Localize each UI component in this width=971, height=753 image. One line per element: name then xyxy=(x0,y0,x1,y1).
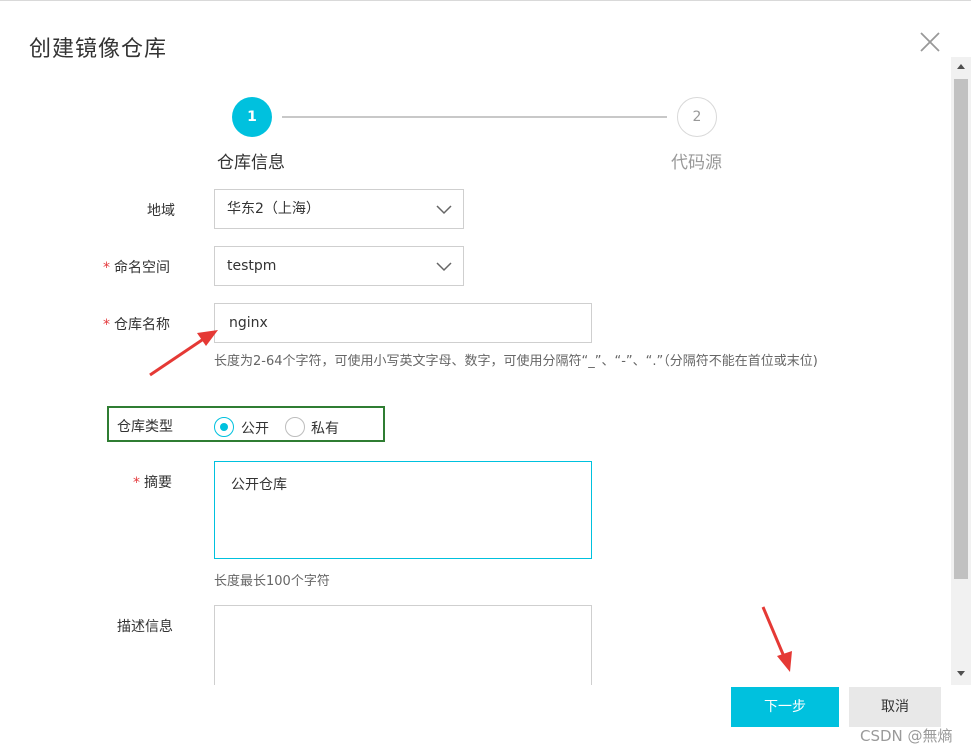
scrollbar[interactable] xyxy=(951,57,971,685)
namespace-value: testpm xyxy=(227,258,277,274)
step-2-label: 代码源 xyxy=(671,153,722,173)
radio-public[interactable] xyxy=(214,417,234,437)
arrow-to-next-button-icon xyxy=(761,606,792,672)
repo-name-label-row: * 仓库名称 xyxy=(103,314,170,334)
region-select[interactable]: 华东2（上海） xyxy=(214,189,464,229)
namespace-select[interactable]: testpm xyxy=(214,246,464,286)
summary-hint: 长度最长100个字符 xyxy=(214,574,330,589)
required-mark: * xyxy=(103,317,110,333)
namespace-label: 命名空间 xyxy=(114,260,170,276)
radio-private-label[interactable]: 私有 xyxy=(311,418,339,438)
summary-label-row: * 摘要 xyxy=(133,472,172,492)
close-icon[interactable] xyxy=(919,31,941,53)
step-1-circle: 1 xyxy=(232,97,272,137)
summary-textarea[interactable]: 公开仓库 xyxy=(214,461,592,559)
arrow-to-repo-name-icon xyxy=(149,330,218,377)
repo-name-hint: 长度为2-64个字符，可使用小写英文字母、数字，可使用分隔符“_”、“-”、“.… xyxy=(214,354,818,369)
scroll-up-icon[interactable] xyxy=(951,57,971,77)
radio-public-label[interactable]: 公开 xyxy=(241,418,269,438)
step-1-label: 仓库信息 xyxy=(217,153,285,173)
next-step-button[interactable]: 下一步 xyxy=(731,687,839,727)
namespace-label-row: * 命名空间 xyxy=(103,257,170,277)
scroll-down-icon[interactable] xyxy=(951,663,971,683)
repo-type-label: 仓库类型 xyxy=(117,419,173,435)
step-2-circle: 2 xyxy=(677,97,717,137)
dialog-title: 创建镜像仓库 xyxy=(29,37,168,62)
chevron-down-icon xyxy=(436,262,452,272)
summary-label: 摘要 xyxy=(144,475,172,491)
watermark: CSDN @無熵 xyxy=(860,727,953,745)
cancel-button[interactable]: 取消 xyxy=(849,687,941,727)
required-mark: * xyxy=(103,260,110,276)
radio-private[interactable] xyxy=(285,417,305,437)
description-textarea[interactable] xyxy=(214,605,592,685)
create-repository-dialog: 创建镜像仓库 1 2 仓库信息 代码源 地域 华东2（上海） * 命名空间 tes… xyxy=(0,0,971,753)
repo-name-label: 仓库名称 xyxy=(114,317,170,333)
required-mark: * xyxy=(133,475,140,491)
chevron-down-icon xyxy=(436,205,452,215)
stepper-line xyxy=(282,116,667,118)
description-label: 描述信息 xyxy=(117,619,173,635)
region-label: 地域 xyxy=(147,203,175,219)
repo-name-input[interactable]: nginx xyxy=(214,303,592,343)
scrollbar-thumb[interactable] xyxy=(954,79,968,579)
region-value: 华东2（上海） xyxy=(227,201,320,217)
